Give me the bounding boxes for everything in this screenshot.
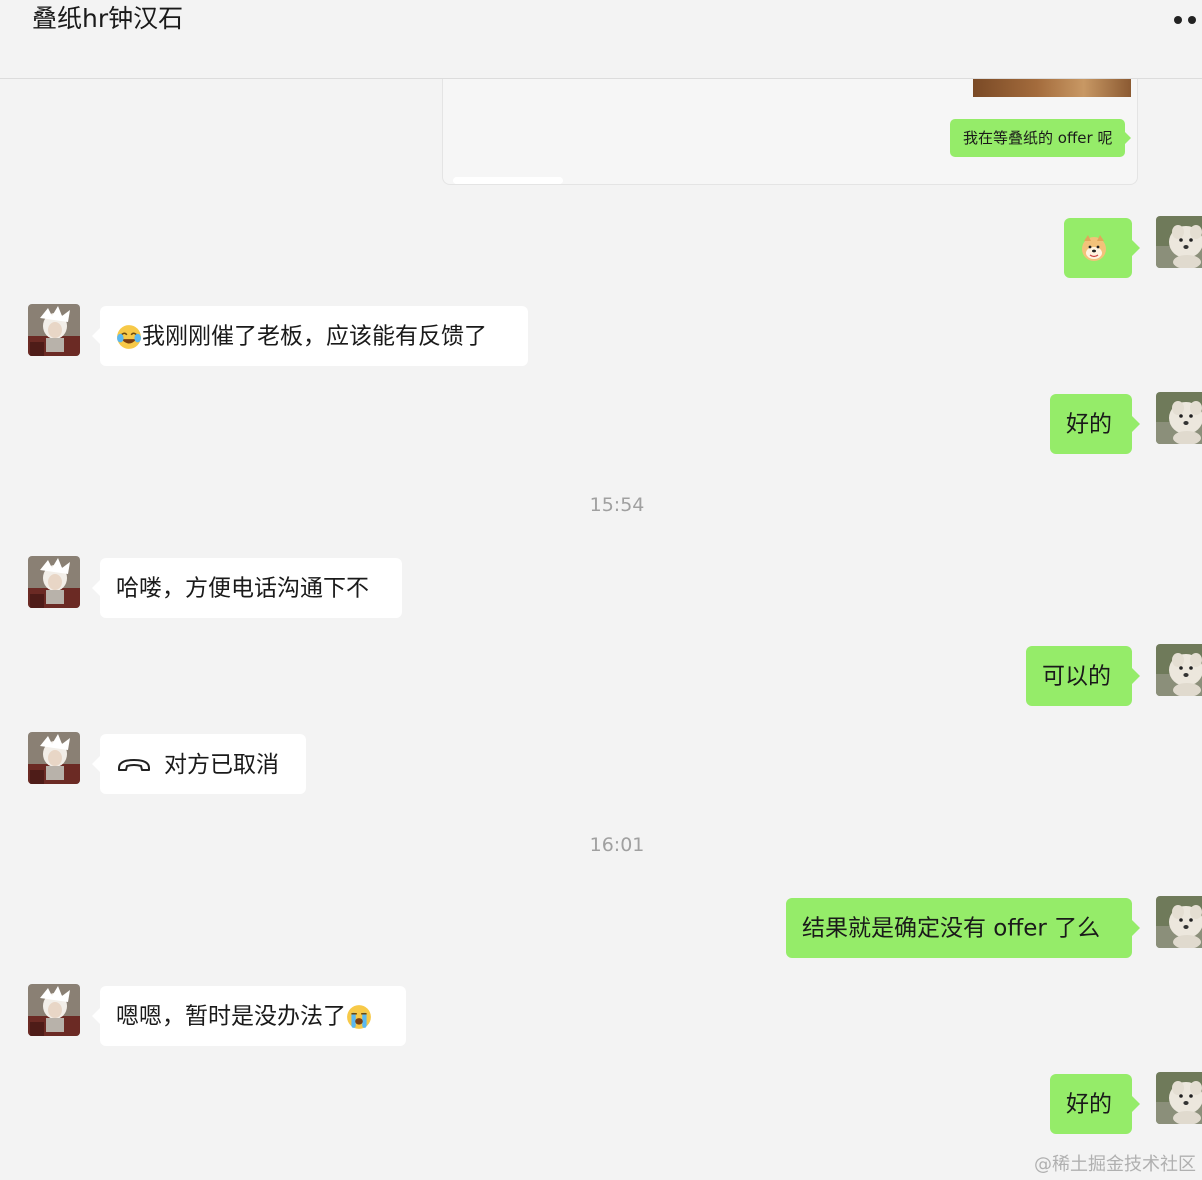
message-text: 结果就是确定没有 offer 了么 — [802, 915, 1101, 942]
card-scrollbar — [453, 177, 563, 184]
my-avatar[interactable] — [1156, 1072, 1202, 1124]
message-text: 可以的 — [1042, 663, 1111, 690]
message-bubble-outgoing[interactable]: 结果就是确定没有 offer 了么 — [786, 898, 1140, 958]
message-bubble-incoming[interactable]: 嗯嗯，暂时是没办法了 — [92, 986, 406, 1046]
my-avatar[interactable] — [1156, 216, 1202, 268]
chat-header: 叠纸hr钟汉石 — [0, 0, 1202, 79]
contact-avatar[interactable] — [28, 304, 80, 356]
quoted-message-card[interactable]: 我在等叠纸的 offer 呢 — [442, 79, 1138, 185]
message-text: 我刚刚催了老板，应该能有反馈了 — [142, 323, 487, 350]
message-text: 好的 — [1066, 1091, 1112, 1118]
phone-hangup-icon — [118, 758, 150, 771]
quoted-image — [973, 79, 1131, 97]
crying-emoji-icon — [346, 1003, 372, 1030]
my-avatar[interactable] — [1156, 896, 1202, 948]
laugh-cry-emoji-icon — [116, 323, 142, 350]
call-record-bubble[interactable]: 对方已取消 — [92, 734, 306, 794]
chat-title: 叠纸hr钟汉石 — [32, 4, 184, 33]
timestamp: 16:01 — [589, 834, 645, 856]
message-text: 嗯嗯，暂时是没办法了 — [116, 1003, 346, 1030]
call-status-text: 对方已取消 — [164, 751, 279, 778]
contact-avatar[interactable] — [28, 984, 80, 1036]
message-bubble-outgoing[interactable]: 可以的 — [1026, 646, 1140, 706]
message-text: 好的 — [1066, 411, 1112, 438]
message-text: 哈喽，方便电话沟通下不 — [116, 575, 369, 602]
quoted-bubble: 我在等叠纸的 offer 呢 — [950, 119, 1132, 157]
message-bubble-incoming[interactable]: 哈喽，方便电话沟通下不 — [92, 558, 402, 618]
contact-avatar[interactable] — [28, 732, 80, 784]
my-avatar[interactable] — [1156, 392, 1202, 444]
timestamp: 15:54 — [589, 494, 645, 516]
message-bubble-outgoing[interactable]: 好的 — [1050, 1074, 1140, 1134]
doge-emoji-icon — [1081, 234, 1107, 262]
watermark: @稀土掘金技术社区 — [1034, 1154, 1196, 1175]
more-dots-icon[interactable] — [1168, 10, 1202, 30]
message-bubble-incoming[interactable]: 我刚刚催了老板，应该能有反馈了 — [92, 306, 528, 366]
contact-avatar[interactable] — [28, 556, 80, 608]
message-bubble-outgoing[interactable] — [1064, 218, 1140, 278]
my-avatar[interactable] — [1156, 644, 1202, 696]
message-bubble-outgoing[interactable]: 好的 — [1050, 394, 1140, 454]
